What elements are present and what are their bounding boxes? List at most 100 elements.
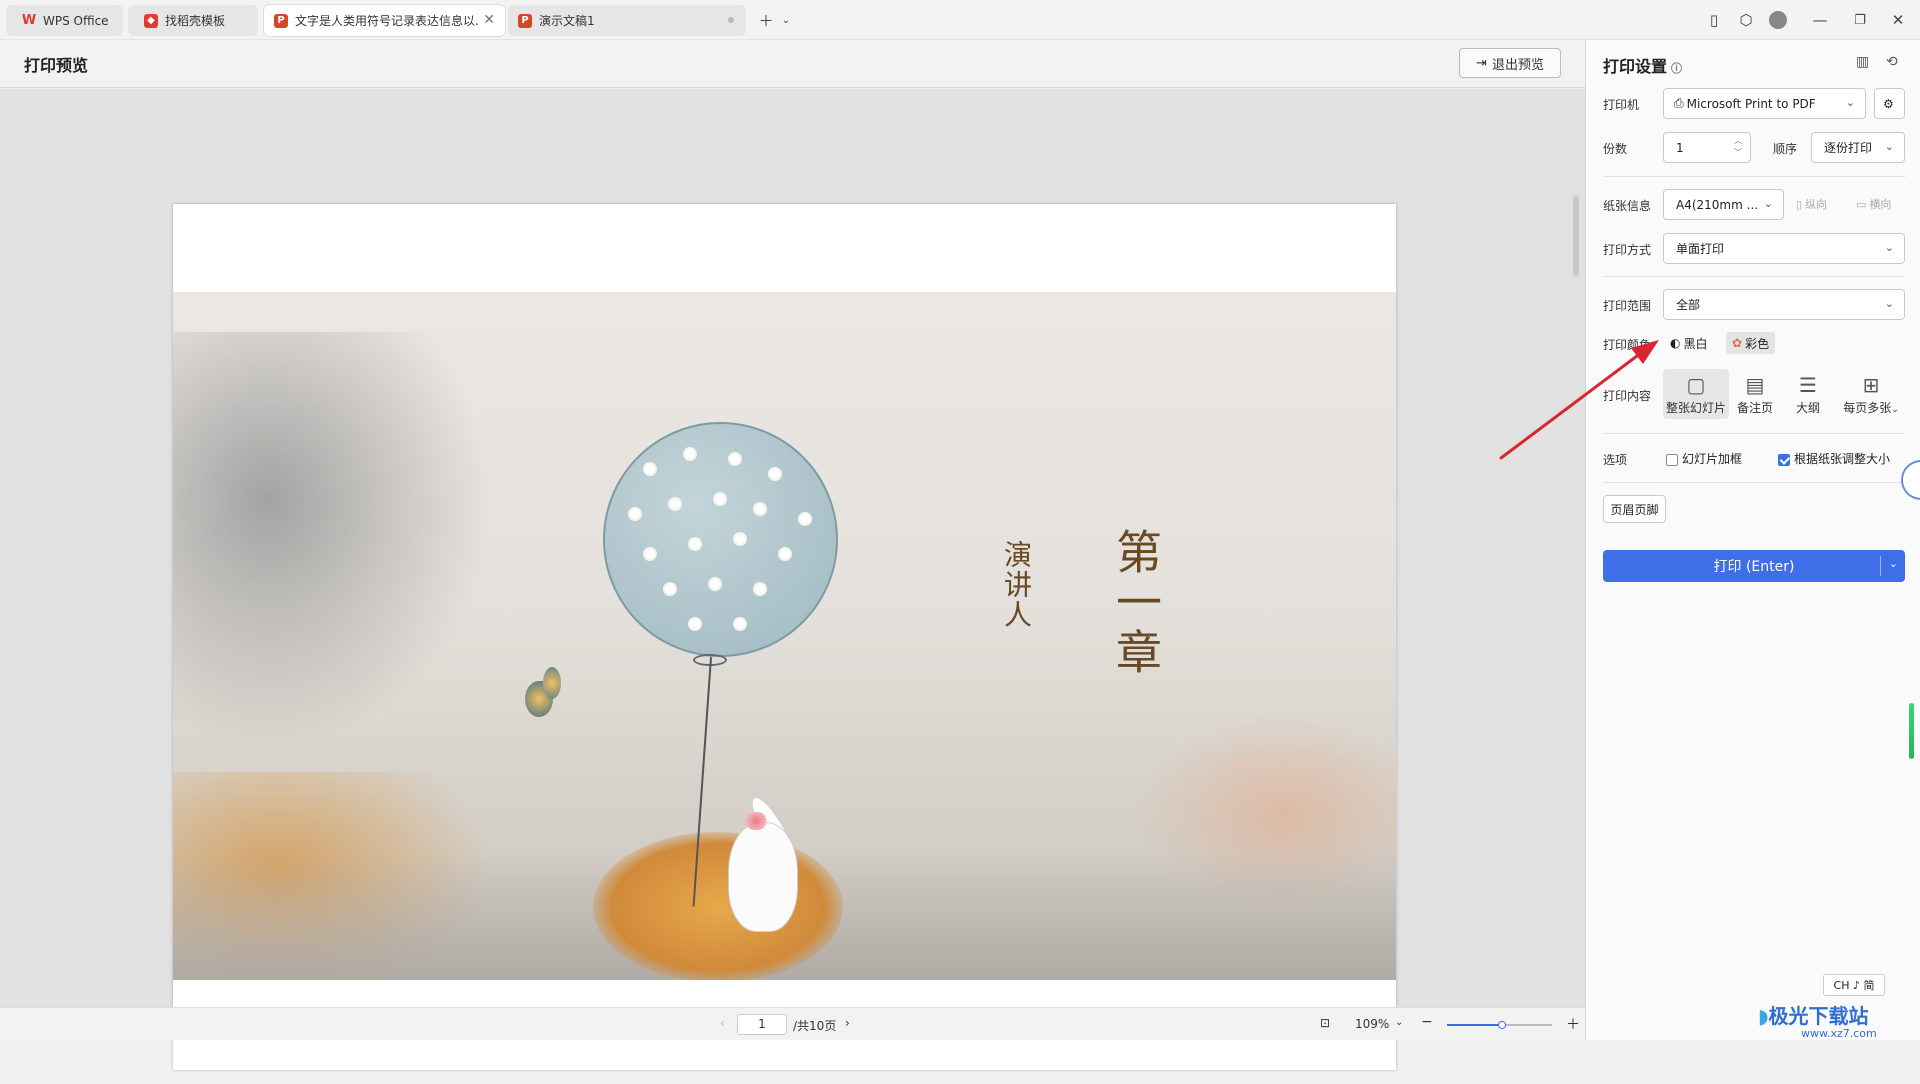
print-range-value: 全部 (1676, 298, 1701, 312)
fit-to-paper-checkbox[interactable]: 根据纸张调整大小 (1778, 450, 1890, 467)
divider (1603, 482, 1905, 483)
tab-docer[interactable]: ◆ 找稻壳模板 (128, 5, 258, 36)
prev-page-icon[interactable]: ‹ (720, 1016, 725, 1030)
paper-value: A4(210mm ... (1676, 197, 1759, 212)
ppt-icon: P (518, 13, 532, 28)
divider (1603, 276, 1905, 277)
print-range-label: 打印范围 (1603, 299, 1652, 313)
chevron-down-icon: ⌄ (1884, 140, 1894, 153)
zoom-level[interactable]: 109% (1355, 1017, 1389, 1031)
content-notes-button[interactable]: ▤ 备注页 (1729, 369, 1781, 419)
watermark-icon: ◗ (1758, 1004, 1769, 1028)
printer-value: Microsoft Print to PDF (1686, 96, 1816, 111)
cube-icon[interactable]: ⬡ (1734, 8, 1758, 32)
help-icon[interactable]: ⓘ (1671, 62, 1682, 75)
vertical-scrollbar[interactable] (1572, 184, 1580, 1084)
content-multi-per-page-button[interactable]: ⊞ 每页多张⌄ (1836, 369, 1906, 419)
order-select[interactable]: 逐份打印 ⌄ (1811, 132, 1905, 163)
divider (1603, 176, 1905, 177)
fit-page-icon[interactable]: ⊡ (1320, 1016, 1330, 1030)
stepper-arrows-icon[interactable]: ︿ ﹀ (1734, 135, 1742, 159)
tab-wps-office[interactable]: W WPS Office (6, 5, 123, 36)
order-value: 逐份打印 (1824, 141, 1873, 155)
zoom-slider-thumb[interactable] (1498, 1021, 1506, 1029)
layout-icon[interactable]: ▯ (1702, 8, 1726, 32)
copies-stepper[interactable]: 1 ︿ ﹀ (1663, 132, 1751, 163)
page-number-input[interactable]: 1 (737, 1014, 787, 1035)
tab-label: 找稻壳模板 (165, 14, 226, 28)
exit-preview-button[interactable]: ⇥ 退出预览 (1459, 48, 1561, 78)
chevron-down-icon[interactable]: ⌄ (1889, 557, 1898, 570)
tab-presentation1[interactable]: P 演示文稿1 (508, 5, 746, 36)
next-page-icon[interactable]: › (845, 1016, 850, 1030)
watermark-url: www.xz7.com (1801, 1027, 1877, 1040)
printer-settings-button[interactable]: ⚙ (1874, 88, 1905, 119)
print-settings-panel: 打印设置 ⓘ ▥ ⟲ 打印机 ⎙ Microsoft Print to PDF ⌄… (1585, 40, 1920, 1040)
printer-label: 打印机 (1603, 98, 1640, 112)
unsaved-dot-icon (728, 17, 734, 23)
chevron-down-icon: ⌄ (1845, 96, 1855, 109)
zoom-out-icon[interactable]: − (1421, 1014, 1433, 1030)
bunny-illustration (718, 782, 813, 942)
preview-canvas: 演讲人 第一章 (0, 89, 1585, 1070)
ime-indicator[interactable]: CH ♪ 简 (1823, 974, 1885, 996)
zoom-dropdown-icon[interactable]: ⌄ (1395, 1017, 1403, 1028)
color-color-option[interactable]: ✿ 彩色 (1726, 332, 1776, 354)
print-button[interactable]: 打印 (Enter) ⌄ (1603, 550, 1905, 582)
pin-icon[interactable]: ⟲ (1886, 54, 1898, 70)
docer-icon: ◆ (144, 13, 158, 28)
slide-preview: 演讲人 第一章 (173, 292, 1396, 980)
printer-select[interactable]: ⎙ Microsoft Print to PDF ⌄ (1663, 88, 1866, 119)
gear-icon: ⚙ (1883, 96, 1894, 111)
side-indicator (1909, 703, 1914, 759)
ppt-icon: P (274, 13, 288, 28)
button-split-divider (1880, 556, 1881, 576)
exit-preview-label: 退出预览 (1491, 57, 1544, 73)
status-bar: ‹ 1 /共10页 › ⊡ 109% ⌄ − ＋ (0, 1007, 1585, 1040)
printer-icon: ⎙ (1674, 96, 1684, 110)
notes-page-icon: ▤ (1745, 373, 1765, 397)
tab-list-chevron-icon[interactable]: ⌄ (774, 8, 798, 32)
page-title: 打印预览 (24, 56, 89, 75)
portrait-icon: ▯ (1796, 197, 1803, 211)
print-button-label: 打印 (Enter) (1713, 559, 1795, 575)
zoom-in-icon[interactable]: ＋ (1566, 1014, 1580, 1034)
balloon-illustration (603, 422, 838, 657)
avatar[interactable] (1766, 8, 1790, 32)
tab-label: 演示文稿1 (539, 14, 595, 28)
full-slide-icon: ▢ (1686, 373, 1706, 397)
header-footer-button[interactable]: 页眉页脚 (1603, 495, 1666, 523)
copies-label: 份数 (1603, 142, 1628, 156)
page-total: /共10页 (793, 1019, 837, 1033)
title-bar: W WPS Office ◆ 找稻壳模板 P 文字是人类用符号记录表达信息以..… (0, 0, 1920, 40)
content-outline-button[interactable]: ☰ 大纲 (1783, 369, 1833, 419)
paper-select[interactable]: A4(210mm ... ⌄ (1663, 189, 1784, 220)
close-window-icon[interactable]: ✕ (1886, 8, 1910, 32)
close-tab-icon[interactable]: ✕ (483, 12, 495, 28)
watermark-logo: ◗极光下载站 (1758, 1004, 1869, 1028)
annotation-arrow (1499, 340, 1659, 460)
minimize-icon[interactable]: — (1808, 8, 1832, 32)
print-mode-select[interactable]: 单面打印 ⌄ (1663, 233, 1905, 264)
panel-title: 打印设置 ⓘ (1603, 57, 1683, 76)
zoom-slider[interactable] (1447, 1021, 1552, 1029)
wps-logo-icon: W (21, 13, 37, 28)
exit-icon: ⇥ (1476, 55, 1487, 71)
slide-frame-checkbox[interactable]: 幻灯片加框 (1666, 450, 1742, 467)
tab-label: WPS Office (43, 13, 109, 28)
chevron-down-icon: ⌄ (1891, 405, 1899, 415)
restore-icon[interactable]: ❐ (1848, 8, 1872, 32)
floating-assistant-icon[interactable] (1901, 460, 1920, 500)
panel-layout-icon[interactable]: ▥ (1856, 54, 1869, 70)
chevron-down-icon: ⌄ (1763, 197, 1773, 210)
tab-label: 文字是人类用符号记录表达信息以... (295, 14, 480, 28)
scrollbar-thumb[interactable] (1573, 196, 1579, 276)
background-blur (173, 332, 493, 752)
print-range-select[interactable]: 全部 ⌄ (1663, 289, 1905, 320)
copies-value: 1 (1676, 140, 1684, 155)
chevron-down-icon: ⌄ (1884, 297, 1894, 310)
print-page: 演讲人 第一章 (173, 204, 1396, 1070)
butterfly-illustration (525, 667, 575, 722)
preview-toolbar: 打印预览 ⇥ 退出预览 (0, 40, 1585, 88)
tab-document-active[interactable]: P 文字是人类用符号记录表达信息以... ✕ (264, 5, 505, 36)
